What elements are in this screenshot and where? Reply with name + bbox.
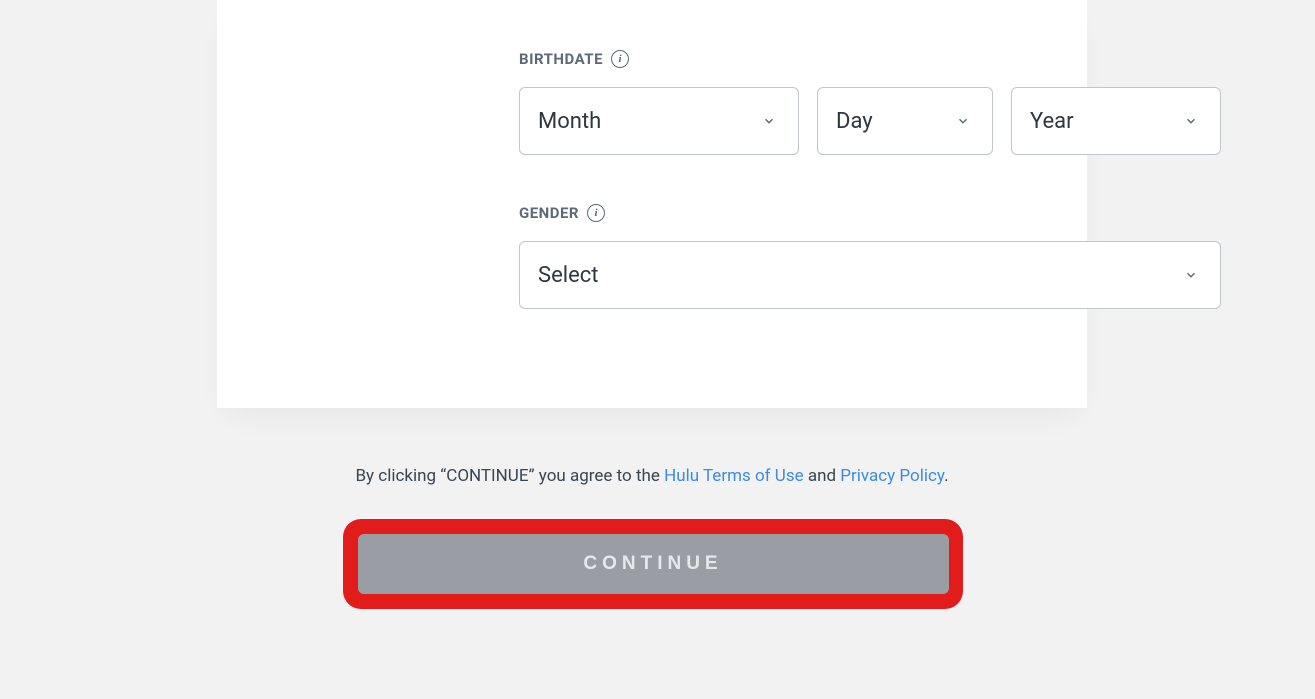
legal-and: and [804, 466, 841, 486]
birthdate-field-group: BIRTHDATE i Month Day Year [519, 50, 1221, 155]
info-icon[interactable]: i [587, 204, 605, 222]
chevron-down-icon [1184, 268, 1198, 282]
year-select[interactable]: Year [1011, 87, 1221, 155]
month-select-text: Month [538, 109, 601, 134]
terms-of-use-link[interactable]: Hulu Terms of Use [664, 466, 804, 486]
year-select-text: Year [1030, 109, 1074, 134]
gender-label-row: GENDER i [519, 204, 1221, 222]
gender-select[interactable]: Select [519, 241, 1221, 309]
day-select[interactable]: Day [817, 87, 993, 155]
info-icon[interactable]: i [611, 50, 629, 68]
form-card: BIRTHDATE i Month Day Year [217, 0, 1087, 408]
birthdate-label-row: BIRTHDATE i [519, 50, 1221, 68]
privacy-policy-link[interactable]: Privacy Policy [840, 466, 944, 486]
chevron-down-icon [1184, 114, 1198, 128]
gender-field-group: GENDER i Select [519, 204, 1221, 309]
legal-prefix: By clicking “CONTINUE” you agree to the [355, 466, 664, 486]
day-select-text: Day [836, 109, 873, 134]
gender-select-text: Select [538, 263, 598, 288]
legal-suffix: . [944, 466, 948, 486]
gender-label: GENDER [519, 204, 579, 222]
chevron-down-icon [956, 114, 970, 128]
birthdate-label: BIRTHDATE [519, 50, 603, 68]
birthdate-selects: Month Day Year [519, 87, 1221, 155]
month-select[interactable]: Month [519, 87, 799, 155]
highlight-annotation: CONTINUE [343, 519, 963, 609]
continue-button-label: CONTINUE [583, 553, 722, 575]
continue-button[interactable]: CONTINUE [358, 534, 949, 594]
legal-text: By clicking “CONTINUE” you agree to the … [217, 465, 1087, 489]
chevron-down-icon [762, 114, 776, 128]
